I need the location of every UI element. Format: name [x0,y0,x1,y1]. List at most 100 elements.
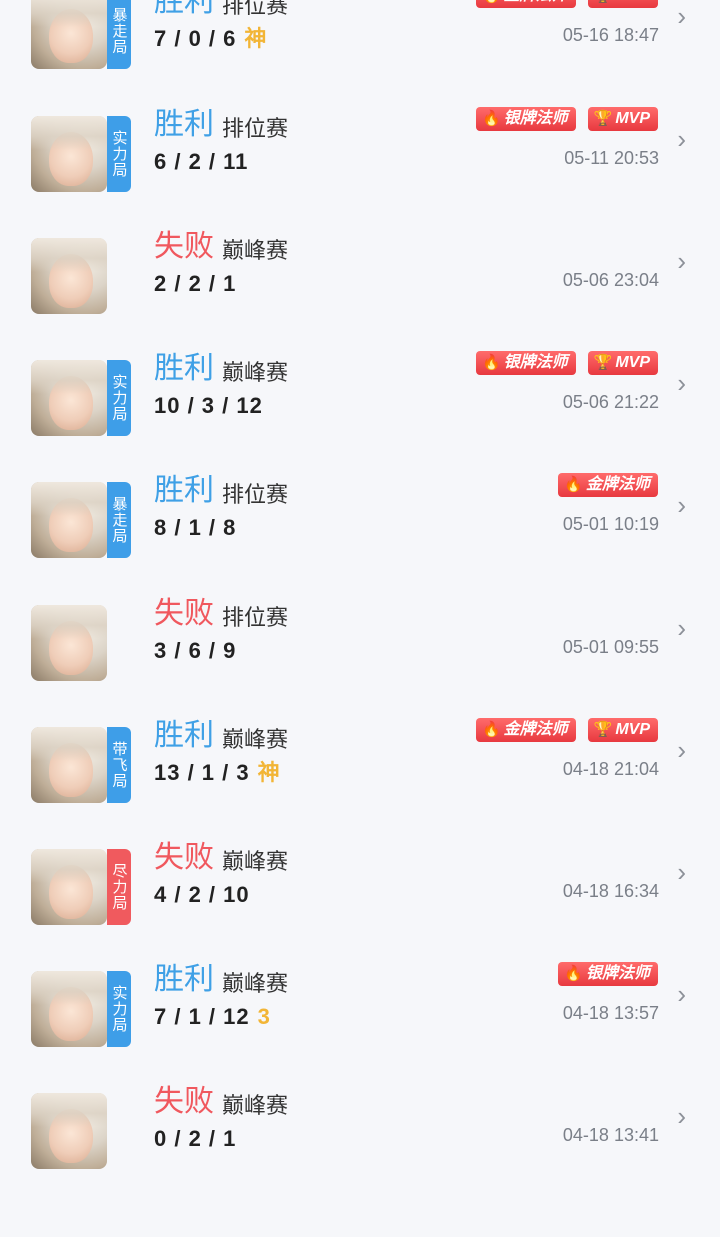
achievement-badges: 🔥金牌法师 🏆MVP [475,718,658,744]
match-mode: 巅峰赛 [222,849,289,874]
hero-avatar [31,238,107,314]
kda-line: 6 / 2 / 11 [154,148,248,176]
kda-line: 4 / 2 / 10 [154,881,250,909]
trophy-icon: 🏆 [593,110,613,127]
kda-line: 7 / 0 / 6 神 [154,25,267,53]
kda-line: 3 / 6 / 9 [154,637,236,665]
trophy-icon: 🏆 [594,0,613,8]
match-rating-tag: 带飞局 [107,727,131,803]
chevron-right-icon[interactable]: › [677,492,686,518]
match-mode: 巅峰赛 [222,238,289,263]
performance-mark: 神 [257,760,281,785]
kda-value: 10 / 3 / 12 [154,393,263,418]
performance-mark: 神 [244,26,268,51]
flame-icon: 🔥 [564,476,583,493]
match-time: 04-18 13:57 [562,1003,659,1023]
match-result: 胜利 [154,108,214,141]
match-mode: 排位赛 [222,605,289,630]
match-time: 05-06 21:22 [562,392,659,412]
kda-value: 0 / 2 / 1 [154,1126,237,1151]
kda-value: 6 / 2 / 11 [154,149,249,174]
hero-avatar [31,971,107,1047]
badge-label: 金牌法师 [504,0,568,8]
mvp-badge: 🏆MVP [587,718,658,742]
mage-medal-badge: 🔥 银牌法师 [475,351,576,375]
chevron-right-icon[interactable]: › [677,126,686,152]
match-result: 胜利 [154,352,214,385]
mvp-badge: 🏆MVP [587,351,658,375]
mage-medal-badge: 🔥金牌法师 [475,718,576,742]
badge-label: 银牌法师 [585,965,650,982]
match-rating-tag: 实力局 [107,360,131,436]
hero-avatar [31,0,107,69]
hero-avatar [31,482,107,558]
match-mode: 巅峰赛 [222,360,289,385]
mage-medal-badge: 🔥 银牌法师 [475,107,576,131]
badge-label: 银牌法师 [503,110,568,127]
trophy-icon: 🏆 [593,721,613,738]
achievement-badges: 🔥 金牌法师 [558,473,658,499]
hero-avatar [31,605,107,681]
achievement-badges: 🔥 银牌法师 [558,962,658,988]
match-result: 失败 [154,230,214,263]
kda-line: 13 / 1 / 3 神 [154,759,281,787]
match-row[interactable]: 实力局 胜利 排位赛 6 / 2 / 11 🔥 银牌法师 🏆 MVP 05-11 20:53 › [0,107,720,260]
match-row[interactable]: 失败 巅峰赛 0 / 2 / 1 04-18 13:41 › [0,1085,720,1237]
trophy-icon: 🏆 [593,354,613,371]
match-result: 胜利 [154,0,214,18]
match-mode: 排位赛 [222,0,289,18]
chevron-right-icon[interactable]: › [677,859,686,885]
kda-value: 7 / 1 / 12 [154,1004,250,1029]
flame-icon: 🔥 [564,965,583,982]
flame-icon: 🔥 [481,110,501,127]
chevron-right-icon[interactable]: › [677,981,686,1007]
badge-label: 金牌法师 [585,476,650,493]
achievement-badges: 🔥 银牌法师 🏆 MVP [475,351,658,377]
badge-label: MVP [615,721,650,738]
hero-avatar [31,1093,107,1169]
badge-label: MVP [615,0,650,8]
achievement-badges: 🔥 银牌法师 🏆 MVP [475,107,658,133]
flame-icon: 🔥 [482,0,501,8]
performance-mark: 3 [257,1004,271,1029]
match-time: 05-01 10:19 [562,514,659,534]
match-mode: 巅峰赛 [222,1093,289,1118]
match-row[interactable]: 暴走局 胜利 排位赛 8 / 1 / 8 🔥 金牌法师 05-01 10:19 › [0,473,720,626]
hero-avatar [31,116,107,192]
chevron-right-icon[interactable]: › [677,248,686,274]
badge-label: 银牌法师 [503,354,568,371]
match-rating-tag: 暴走局 [107,482,131,558]
match-result: 胜利 [154,963,214,996]
match-rating-tag: 尽力局 [107,849,131,925]
match-mode: 排位赛 [222,482,289,507]
kda-value: 4 / 2 / 10 [154,882,250,907]
badge-label: MVP [615,354,650,371]
match-time: 04-18 16:34 [562,881,659,901]
kda-line: 8 / 1 / 8 [154,514,236,542]
match-time: 05-01 09:55 [562,637,659,657]
match-result: 胜利 [154,719,214,752]
match-history-list: 暴走局胜利排位赛7 / 0 / 6神🔥金牌法师🏆MVP05-16 18:47›实… [0,0,720,1169]
match-rating-tag: 实力局 [107,116,131,192]
chevron-right-icon[interactable]: › [677,3,686,29]
hero-avatar [31,360,107,436]
kda-line: 10 / 3 / 12 [154,392,263,420]
mage-medal-badge: 🔥金牌法师 [475,0,576,8]
match-mode: 巅峰赛 [222,727,289,752]
match-time: 05-16 18:47 [562,25,659,45]
chevron-right-icon[interactable]: › [677,737,686,763]
chevron-right-icon[interactable]: › [677,615,686,641]
chevron-right-icon[interactable]: › [677,1103,686,1129]
match-time: 04-18 21:04 [562,759,659,779]
mvp-badge: 🏆MVP [587,107,658,131]
kda-line: 7 / 1 / 12 3 [154,1003,271,1031]
match-row[interactable]: 实力局 胜利 巅峰赛 7 / 1 / 12 3 🔥 银牌法师 04-18 13:57 › [0,962,720,1115]
match-result: 失败 [154,597,214,630]
kda-value: 7 / 0 / 6 [154,26,237,51]
match-time: 05-11 20:53 [564,148,659,168]
match-result: 失败 [154,1085,214,1118]
hero-avatar [31,849,107,925]
chevron-right-icon[interactable]: › [677,370,686,396]
match-mode: 排位赛 [222,116,289,141]
match-result: 失败 [154,841,214,874]
